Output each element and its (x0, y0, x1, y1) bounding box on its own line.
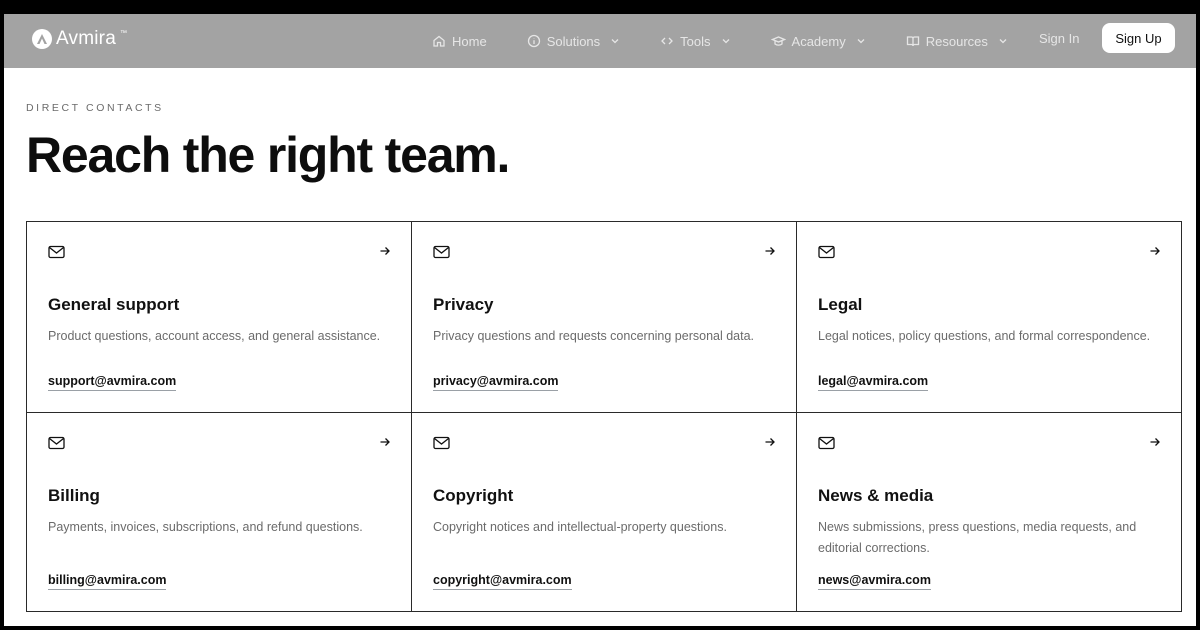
mail-icon (433, 436, 450, 450)
contact-card-description: Privacy questions and requests concernin… (433, 329, 755, 343)
section-eyebrow: DIRECT CONTACTS (26, 102, 164, 114)
brand-name: Avmira (56, 28, 116, 49)
contact-email-link[interactable]: news@avmira.com (818, 573, 931, 590)
mail-icon (818, 436, 835, 450)
nav-item-label: Academy (791, 33, 846, 49)
graduation-cap-icon (770, 36, 786, 46)
nav-item-label: Solutions (546, 33, 601, 49)
arrow-right-icon (765, 438, 775, 446)
page: Avmira ™ Home Solutions Tools Academy Re… (4, 14, 1196, 626)
chevron-down-icon (722, 39, 729, 44)
contact-email-link[interactable]: support@avmira.com (48, 374, 177, 391)
contact-card-description: Legal notices, policy questions, and for… (818, 329, 1151, 343)
nav-item-label: Home (452, 33, 487, 49)
contact-card-copyright[interactable]: Copyright Copyright notices and intellec… (412, 413, 797, 611)
contact-card-billing[interactable]: Billing Payments, invoices, subscription… (27, 413, 412, 611)
nav-item-solutions[interactable]: Solutions (527, 34, 620, 49)
mail-icon (48, 436, 65, 450)
nav-item-home[interactable]: Home (432, 34, 487, 49)
nav-item-tools[interactable]: Tools (660, 34, 730, 49)
contact-email-link[interactable]: copyright@avmira.com (433, 573, 572, 590)
contact-card-legal[interactable]: Legal Legal notices, policy questions, a… (797, 222, 1181, 413)
contact-card-title: Privacy (433, 295, 494, 314)
mail-icon (433, 245, 450, 259)
contact-card-title: News & media (818, 486, 934, 505)
contact-card-news-media[interactable]: News & media News submissions, press que… (797, 413, 1181, 611)
chevron-down-icon (857, 39, 865, 44)
avmira-logo-icon (32, 29, 52, 49)
contact-card-description: Product questions, account access, and g… (48, 329, 381, 343)
code-icon (661, 37, 674, 45)
arrow-right-icon (765, 247, 775, 255)
mail-icon (818, 245, 835, 259)
nav-item-label: Tools (680, 33, 711, 49)
contacts-grid: General support Product questions, accou… (26, 221, 1182, 612)
chevron-down-icon (611, 39, 619, 44)
contact-card-description: News submissions, press questions, media… (818, 520, 1137, 555)
contact-card-title: General support (48, 295, 180, 314)
sign-up-button[interactable]: Sign Up (1102, 23, 1175, 53)
contact-card-privacy[interactable]: Privacy Privacy questions and requests c… (412, 222, 797, 413)
contact-card-description: Copyright notices and intellectual-prope… (433, 520, 727, 534)
nav-item-academy[interactable]: Academy (770, 33, 866, 49)
mail-icon (48, 245, 65, 259)
chevron-down-icon (999, 39, 1007, 44)
arrow-right-icon (1150, 438, 1160, 446)
top-navbar: Avmira ™ Home Solutions Tools Academy Re… (4, 14, 1196, 68)
contact-card-title: Legal (818, 295, 863, 314)
contact-email-link[interactable]: legal@avmira.com (818, 374, 929, 391)
nav-item-label: Resources (925, 33, 988, 49)
brand-logo[interactable]: Avmira ™ (32, 28, 127, 50)
page-title: Reach the right team. (26, 127, 510, 183)
contact-card-title: Billing (48, 486, 100, 505)
sign-in-link[interactable]: Sign In (1039, 31, 1079, 46)
home-icon (433, 35, 445, 47)
contact-card-title: Copyright (433, 486, 514, 505)
contact-card-description: Payments, invoices, subscriptions, and r… (48, 520, 363, 534)
arrow-right-icon (380, 247, 390, 255)
arrow-right-icon (1150, 247, 1160, 255)
nav-item-resources[interactable]: Resources (906, 34, 1008, 49)
contact-email-link[interactable]: billing@avmira.com (48, 573, 167, 590)
main-menu: Home Solutions Tools Academy Resources (432, 14, 1048, 68)
arrow-right-icon (380, 438, 390, 446)
contact-email-link[interactable]: privacy@avmira.com (433, 374, 559, 391)
info-circle-icon (527, 34, 540, 48)
book-icon (906, 36, 919, 47)
contact-card-general-support[interactable]: General support Product questions, accou… (27, 222, 412, 413)
brand-trademark: ™ (119, 29, 127, 37)
